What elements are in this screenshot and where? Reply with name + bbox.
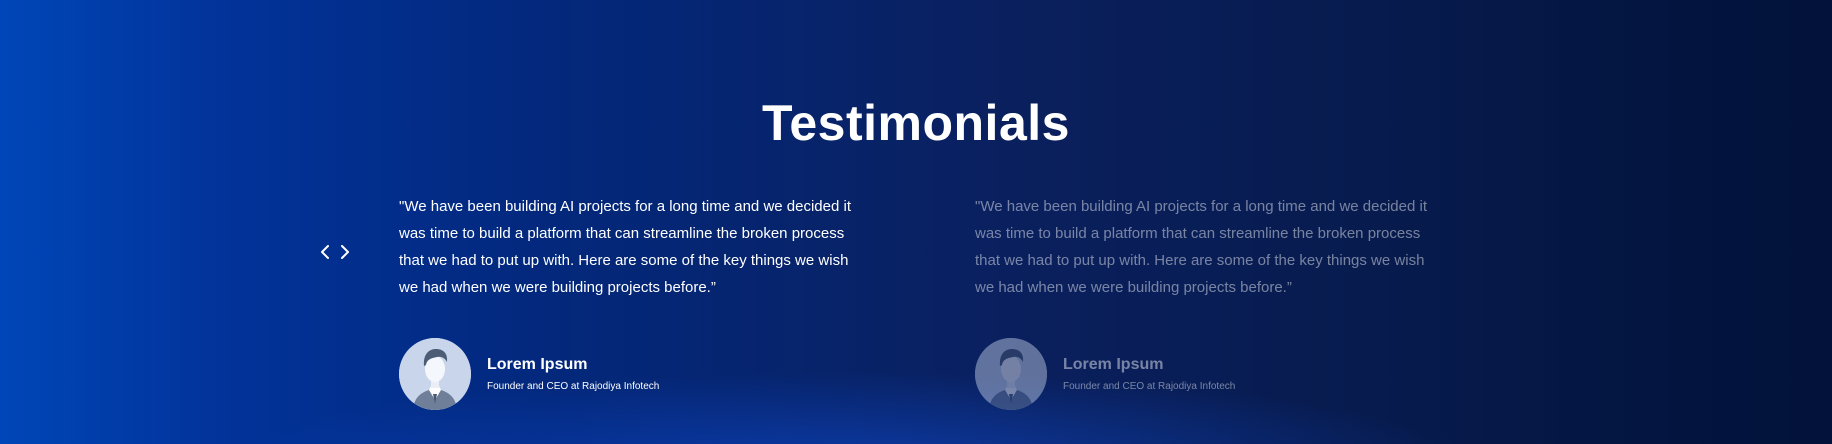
chevron-left-icon <box>321 245 329 259</box>
avatar <box>975 338 1047 410</box>
user-avatar-icon <box>975 338 1047 410</box>
author-info: Lorem Ipsum Founder and CEO at Rajodiya … <box>487 355 659 394</box>
testimonial-card: "We have been building AI projects for a… <box>975 193 1445 410</box>
author-name: Lorem Ipsum <box>1063 355 1164 373</box>
testimonials-section: Testimonials "We have been building AI p… <box>0 0 1832 444</box>
testimonial-quote: "We have been building AI projects for a… <box>975 198 1427 296</box>
avatar <box>399 338 471 410</box>
carousel-navigation <box>318 242 352 262</box>
author-name: Lorem Ipsum <box>487 355 588 373</box>
testimonial-quote: "We have been building AI projects for a… <box>399 198 851 296</box>
author-role: Founder and CEO at Rajodiya Infotech <box>1063 380 1236 392</box>
chevron-right-icon <box>341 245 349 259</box>
testimonial-author: Lorem Ipsum Founder and CEO at Rajodiya … <box>975 338 1235 410</box>
testimonial-author: Lorem Ipsum Founder and CEO at Rajodiya … <box>399 338 659 410</box>
user-avatar-icon <box>399 338 471 410</box>
prev-button[interactable] <box>318 242 332 262</box>
author-role: Founder and CEO at Rajodiya Infotech <box>487 380 660 392</box>
next-button[interactable] <box>338 242 352 262</box>
section-title: Testimonials <box>762 94 1070 151</box>
testimonial-card: "We have been building AI projects for a… <box>399 193 869 410</box>
author-info: Lorem Ipsum Founder and CEO at Rajodiya … <box>1063 355 1235 394</box>
